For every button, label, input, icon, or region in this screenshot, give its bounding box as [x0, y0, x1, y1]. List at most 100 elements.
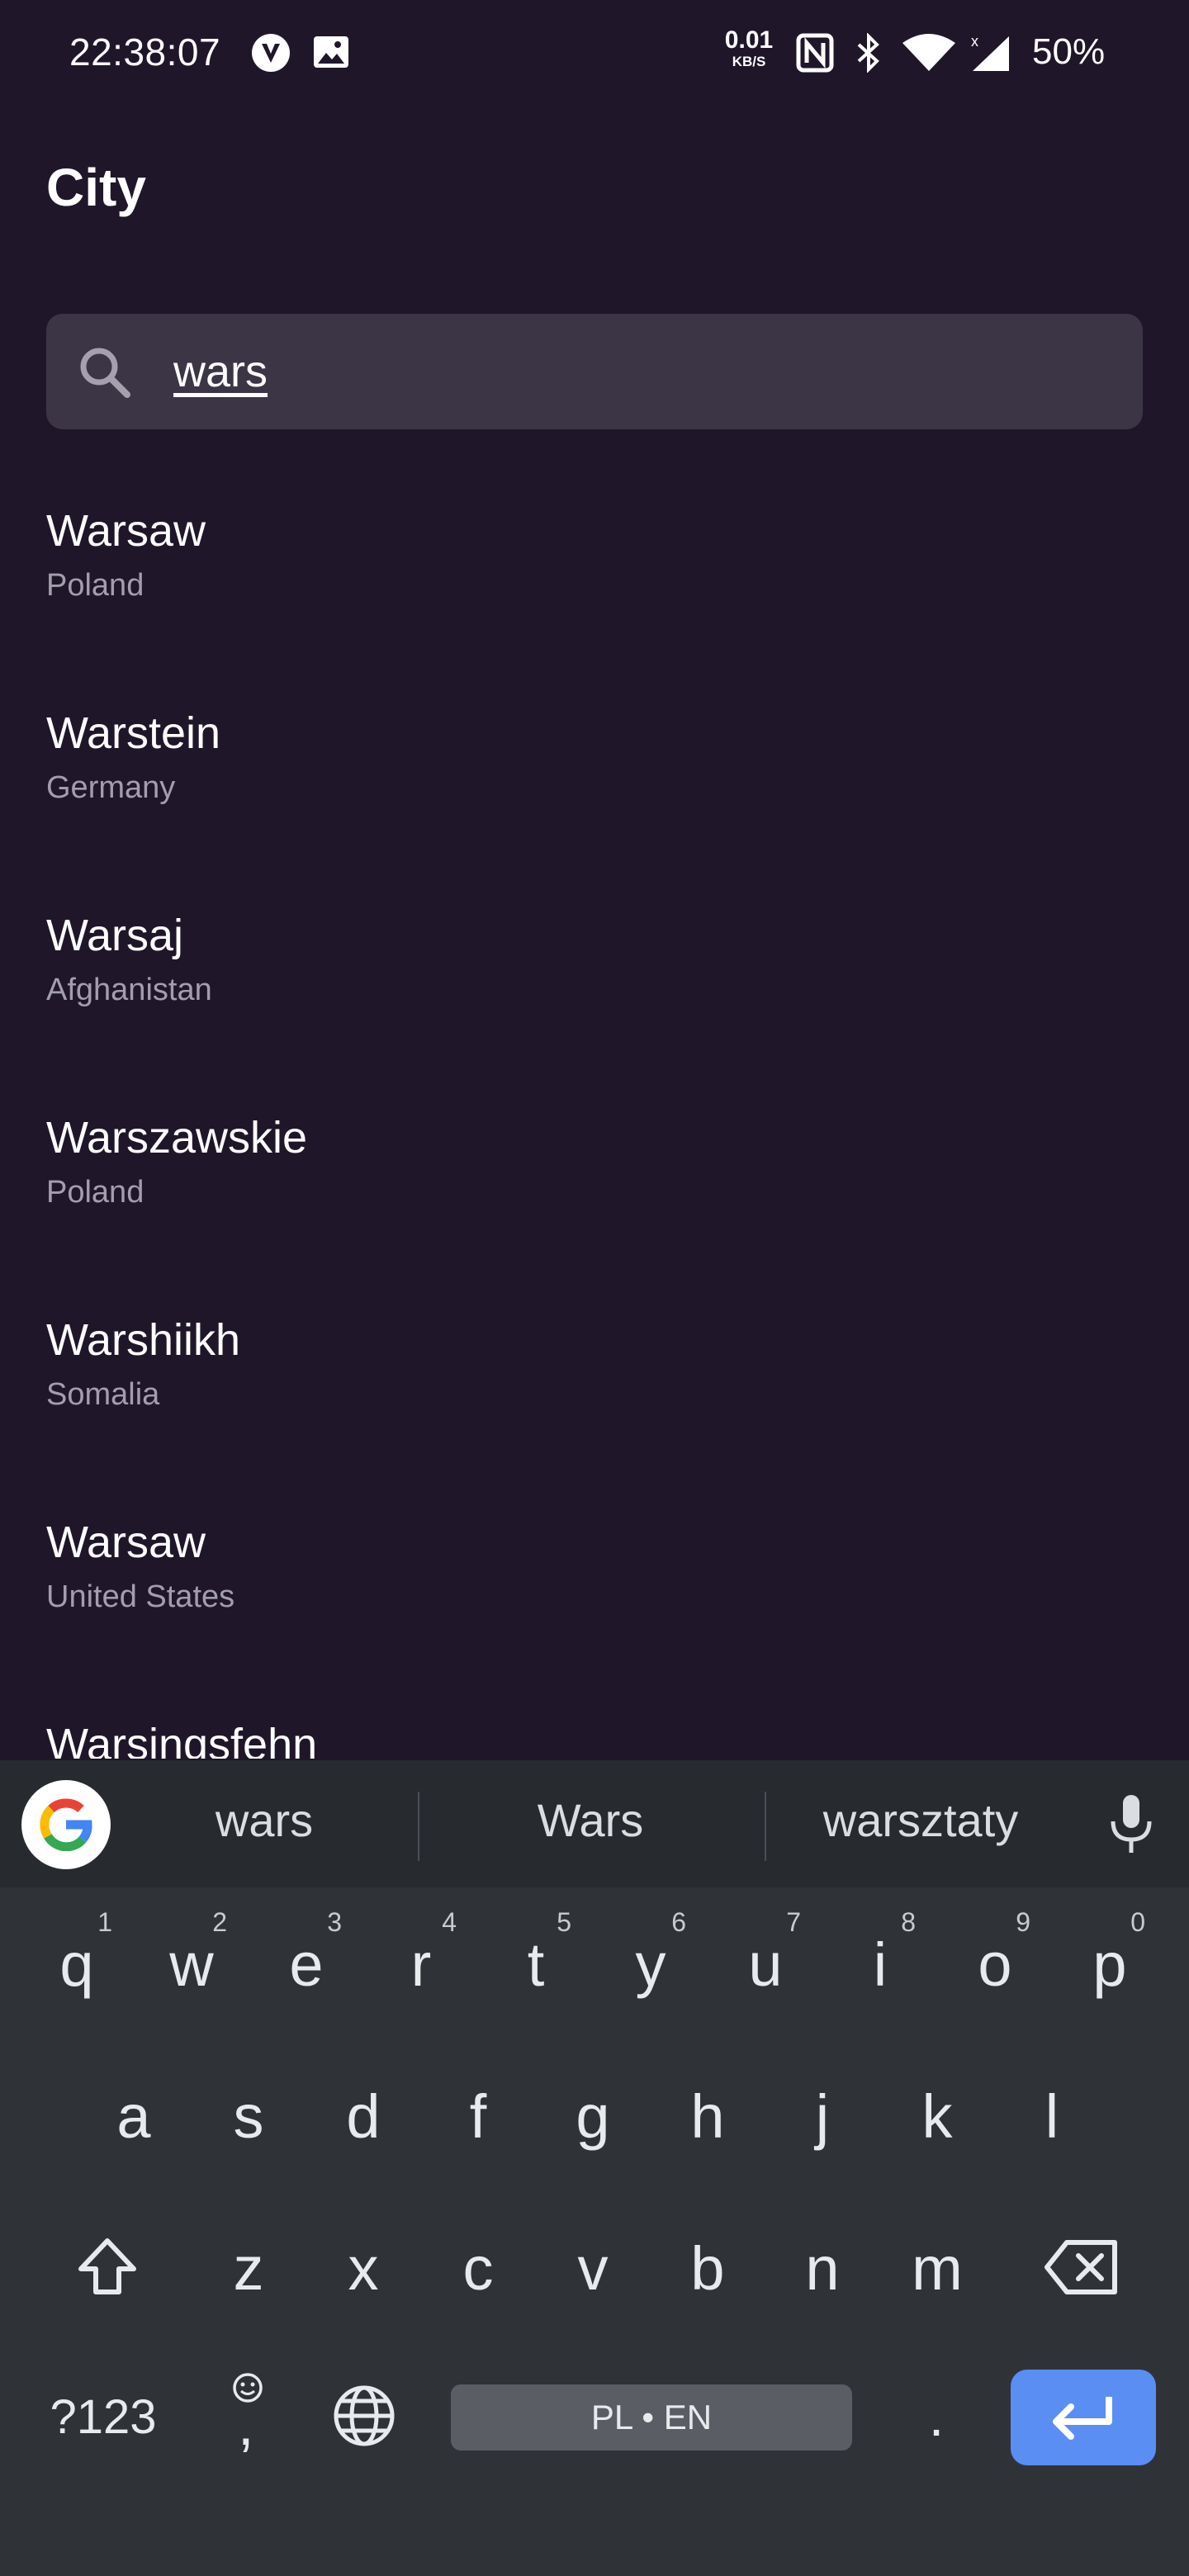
key-letter: e: [289, 1930, 324, 1999]
key-y[interactable]: y6: [597, 1899, 704, 2031]
key-e[interactable]: e3: [253, 1899, 360, 2031]
key-i[interactable]: i8: [827, 1899, 934, 2031]
key-c[interactable]: c: [424, 2203, 532, 2335]
key-letter: d: [346, 2082, 381, 2151]
search-input[interactable]: [173, 339, 1082, 405]
key-letter: w: [169, 1930, 214, 1999]
key-number-hint: 5: [557, 1907, 571, 1937]
network-speed: 0.01 KB/S: [720, 28, 778, 69]
key-number-hint: 2: [212, 1907, 227, 1937]
list-item[interactable]: Warsaw United States: [0, 1474, 1189, 1676]
google-icon[interactable]: [21, 1780, 111, 1869]
list-item[interactable]: Warsaw Poland: [0, 462, 1189, 665]
backspace-key[interactable]: [1024, 2206, 1139, 2330]
svg-text:x: x: [971, 33, 978, 50]
suggestion-divider: [765, 1792, 766, 1861]
key-u[interactable]: u7: [712, 1899, 819, 2031]
network-speed-unit: KB/S: [732, 54, 766, 69]
result-city: Warszawskie: [46, 1113, 308, 1163]
key-h[interactable]: h: [654, 2051, 761, 2183]
page-title: City: [46, 158, 146, 217]
key-letter: o: [978, 1930, 1012, 1999]
vpn-v-icon: [251, 33, 291, 77]
list-item[interactable]: Warsingsfehn: [0, 1676, 1189, 1759]
key-w[interactable]: w2: [138, 1899, 245, 2031]
key-number-hint: 0: [1130, 1907, 1145, 1937]
period-key[interactable]: .: [903, 2371, 969, 2462]
key-letter: k: [921, 2082, 953, 2151]
suggestion-divider: [418, 1792, 419, 1861]
search-box[interactable]: [46, 314, 1143, 429]
key-v[interactable]: v: [539, 2203, 647, 2335]
key-number-hint: 7: [786, 1907, 801, 1937]
keyboard: wars Wars warsztaty q1 w2 e3 r4 t5 y6 u7…: [0, 1760, 1189, 2576]
key-g[interactable]: g: [539, 2051, 647, 2183]
key-f[interactable]: f: [424, 2051, 532, 2183]
shift-key[interactable]: [50, 2206, 165, 2330]
result-country: Afghanistan: [46, 973, 212, 1007]
key-m[interactable]: m: [883, 2203, 991, 2335]
language-key[interactable]: [327, 2371, 401, 2462]
result-country: Somalia: [46, 1377, 160, 1412]
list-item[interactable]: Warszawskie Poland: [0, 1069, 1189, 1271]
suggestion-3[interactable]: warsztaty: [784, 1793, 1057, 1847]
list-item[interactable]: Warsaj Afghanistan: [0, 867, 1189, 1069]
microphone-icon[interactable]: [1106, 1793, 1156, 1856]
signal-icon: x: [968, 33, 1012, 77]
key-j[interactable]: j: [769, 2051, 876, 2183]
status-bar: 22:38:07 0.01 KB/S x 50%: [0, 0, 1189, 107]
key-letter: p: [1092, 1930, 1127, 1999]
results-list: Warsaw Poland Warstein Germany Warsaj Af…: [0, 462, 1189, 1759]
key-l[interactable]: l: [998, 2051, 1106, 2183]
emoji-comma-key[interactable]: ,: [211, 2371, 286, 2462]
key-p[interactable]: p0: [1056, 1899, 1163, 2031]
key-letter: a: [116, 2082, 151, 2151]
suggestion-bar: wars Wars warsztaty: [0, 1760, 1189, 1887]
result-city: Warsaw: [46, 1518, 206, 1567]
network-speed-value: 0.01: [724, 26, 774, 54]
backspace-icon: [1045, 2240, 1117, 2294]
key-n[interactable]: n: [769, 2203, 876, 2335]
result-city: Warsaj: [46, 911, 184, 960]
enter-key[interactable]: [1011, 2370, 1156, 2465]
key-s[interactable]: s: [195, 2051, 302, 2183]
key-a[interactable]: a: [80, 2051, 187, 2183]
key-letter: m: [912, 2234, 963, 2303]
key-number-hint: 6: [671, 1907, 686, 1937]
list-item[interactable]: Warstein Germany: [0, 665, 1189, 867]
list-item[interactable]: Warshiikh Somalia: [0, 1271, 1189, 1474]
key-letter: l: [1045, 2082, 1059, 2151]
key-letter: h: [690, 2082, 725, 2151]
key-d[interactable]: d: [310, 2051, 417, 2183]
result-country: United States: [46, 1579, 235, 1614]
key-x[interactable]: x: [310, 2203, 417, 2335]
key-letter: v: [577, 2234, 609, 2303]
symbols-key[interactable]: ?123: [33, 2376, 173, 2459]
suggestion-1[interactable]: wars: [132, 1793, 396, 1847]
key-letter: q: [59, 1930, 94, 1999]
suggestion-2[interactable]: Wars: [462, 1793, 718, 1847]
key-z[interactable]: z: [195, 2203, 302, 2335]
key-r[interactable]: r4: [367, 1899, 475, 2031]
nfc-icon: [796, 33, 834, 77]
key-letter: b: [690, 2234, 725, 2303]
key-letter: i: [873, 1930, 888, 1999]
key-b[interactable]: b: [654, 2203, 761, 2335]
key-letter: n: [805, 2234, 840, 2303]
key-number-hint: 3: [327, 1907, 342, 1937]
comma-label: ,: [238, 2393, 254, 2457]
status-time: 22:38:07: [69, 31, 221, 73]
space-key[interactable]: PL • EN: [451, 2384, 852, 2451]
key-letter: j: [815, 2082, 830, 2151]
key-letter: c: [462, 2234, 494, 2303]
key-t[interactable]: t5: [482, 1899, 590, 2031]
key-o[interactable]: o9: [941, 1899, 1049, 2031]
screen: 22:38:07 0.01 KB/S x 50% City wars Warsa…: [0, 0, 1189, 2576]
key-k[interactable]: k: [883, 2051, 991, 2183]
key-q[interactable]: q1: [23, 1899, 130, 2031]
result-city: Warstein: [46, 708, 221, 758]
key-letter: f: [469, 2082, 487, 2151]
result-city: Warsingsfehn: [46, 1720, 318, 1759]
key-letter: u: [748, 1930, 783, 1999]
result-country: Poland: [46, 1175, 144, 1210]
